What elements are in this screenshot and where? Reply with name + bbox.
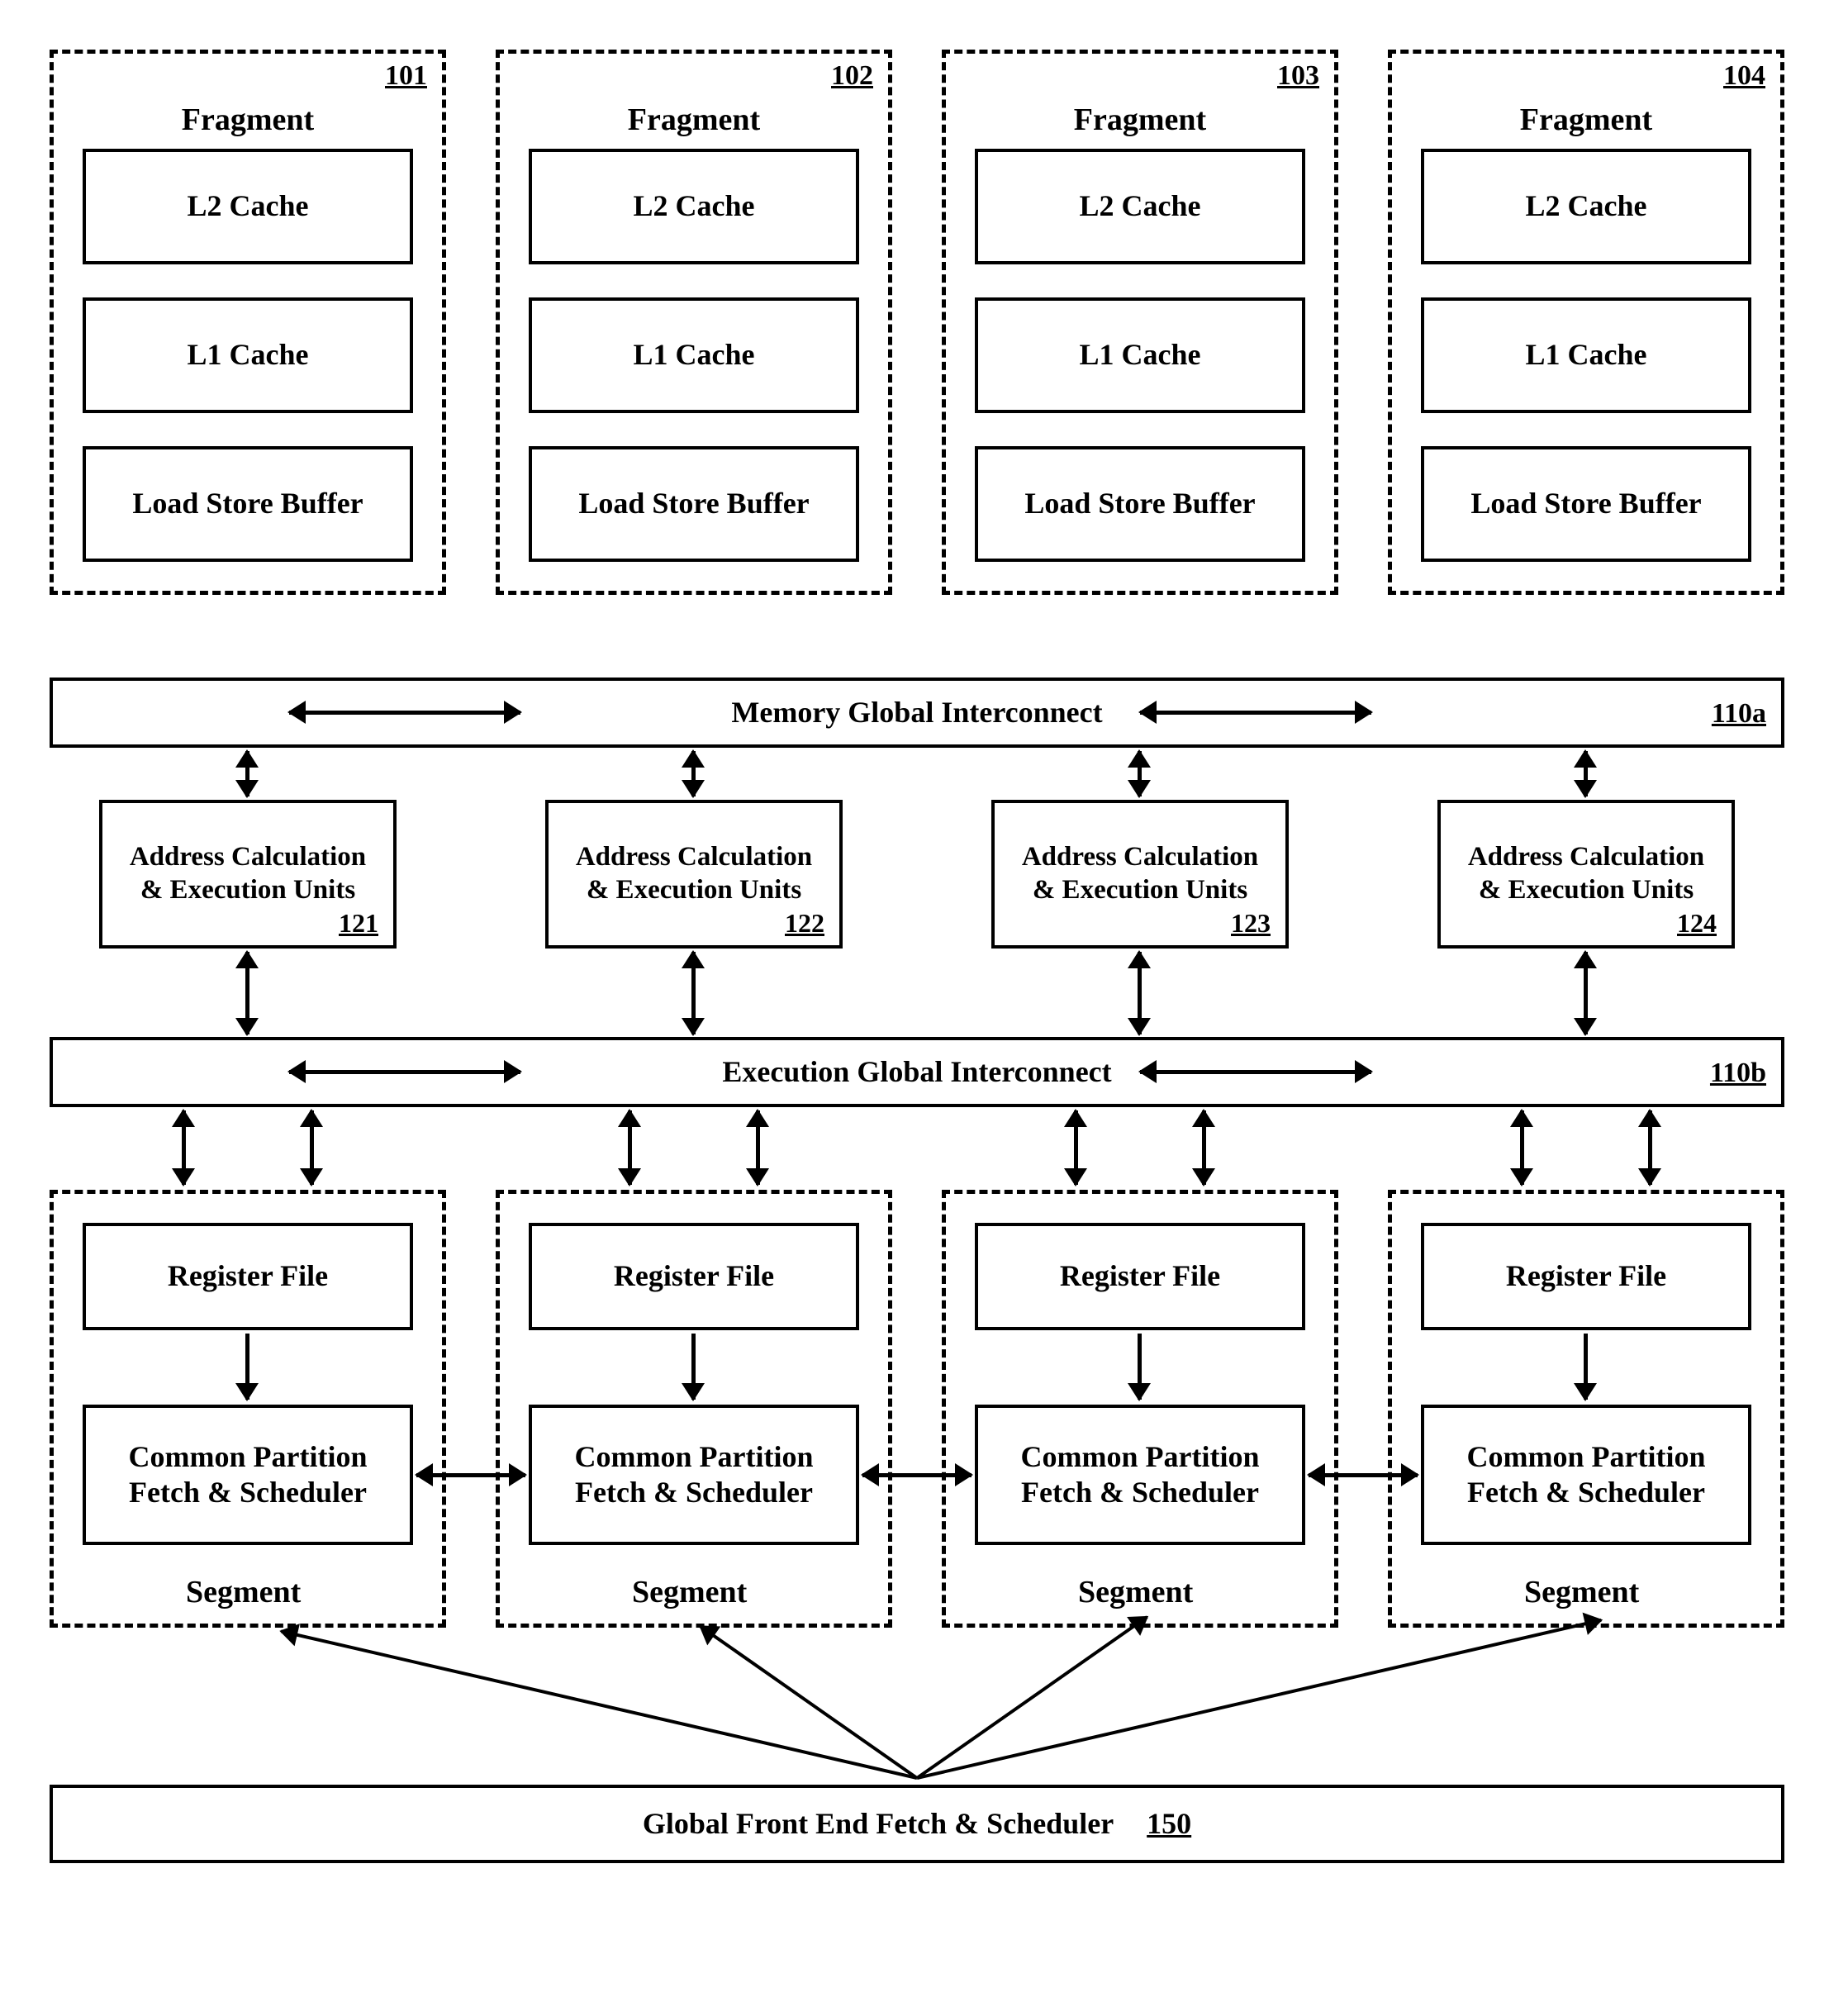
- arrow-v-rf-2b: [756, 1110, 760, 1185]
- diag-3: [916, 1615, 1148, 1779]
- exec-unit-1-label: Address Calculation & Execution Units: [130, 841, 366, 906]
- fragment-4-l1: L1 Cache: [1421, 297, 1751, 413]
- arrow-h-mem-right: [1140, 711, 1371, 715]
- fragment-1-title: Fragment: [54, 102, 442, 138]
- arrow-v-rf-3b: [1202, 1110, 1206, 1185]
- arrow-v-rf-1b: [310, 1110, 314, 1185]
- arrow-v-mem-2: [691, 751, 696, 796]
- register-file-3: Register File: [975, 1223, 1305, 1330]
- fragment-2-l1: L1 Cache: [529, 297, 859, 413]
- global-front-end-label: Global Front End Fetch & Scheduler: [643, 1806, 1114, 1842]
- execution-interconnect-ref: 110b: [1710, 1057, 1766, 1091]
- exec-unit-2-label: Address Calculation & Execution Units: [576, 841, 812, 906]
- arrow-h-cp-12: [416, 1473, 525, 1477]
- arrow-h-exec-left: [289, 1070, 520, 1074]
- arrow-down-cp-1: [245, 1334, 249, 1400]
- exec-unit-1-ref: 121: [339, 907, 378, 939]
- segment-2-label: Segment: [632, 1574, 747, 1610]
- diagram-canvas: 101 Fragment L2 Cache L1 Cache Load Stor…: [50, 50, 1798, 1966]
- arrow-v-mem-1: [245, 751, 249, 796]
- arrow-v-rf-4a: [1520, 1110, 1524, 1185]
- arrow-v-rf-4b: [1648, 1110, 1652, 1185]
- arrow-v-rf-1a: [182, 1110, 186, 1185]
- arrow-v-rf-2a: [628, 1110, 632, 1185]
- exec-unit-4-label: Address Calculation & Execution Units: [1468, 841, 1704, 906]
- arrow-down-cp-3: [1138, 1334, 1142, 1400]
- arrow-v-exec-3: [1138, 952, 1142, 1034]
- segment-3-label: Segment: [1078, 1574, 1193, 1610]
- common-partition-4: Common Partition Fetch & Scheduler: [1421, 1405, 1751, 1545]
- fragment-2-lsb: Load Store Buffer: [529, 446, 859, 562]
- global-front-end-ref: 150: [1147, 1806, 1191, 1842]
- exec-unit-2: Address Calculation & Execution Units 12…: [545, 800, 843, 949]
- register-file-4: Register File: [1421, 1223, 1751, 1330]
- memory-interconnect-label: Memory Global Interconnect: [731, 695, 1102, 730]
- diag-4: [917, 1619, 1602, 1780]
- arrow-h-cp-23: [862, 1473, 972, 1477]
- arrow-down-cp-4: [1584, 1334, 1588, 1400]
- register-file-1: Register File: [83, 1223, 413, 1330]
- fragment-4-title: Fragment: [1392, 102, 1780, 138]
- arrow-v-exec-4: [1584, 952, 1588, 1034]
- fragment-3-l1: L1 Cache: [975, 297, 1305, 413]
- arrow-v-mem-3: [1138, 751, 1142, 796]
- exec-unit-2-ref: 122: [785, 907, 824, 939]
- fragment-1-lsb: Load Store Buffer: [83, 446, 413, 562]
- arrow-v-exec-2: [691, 952, 696, 1034]
- exec-unit-3: Address Calculation & Execution Units 12…: [991, 800, 1289, 949]
- fragment-1-l1: L1 Cache: [83, 297, 413, 413]
- exec-unit-4-ref: 124: [1677, 907, 1717, 939]
- memory-interconnect-ref: 110a: [1712, 697, 1766, 731]
- fragment-2-title: Fragment: [500, 102, 888, 138]
- exec-unit-1: Address Calculation & Execution Units 12…: [99, 800, 397, 949]
- fragment-3-lsb: Load Store Buffer: [975, 446, 1305, 562]
- fragment-1-l2: L2 Cache: [83, 149, 413, 264]
- fragment-4-l2: L2 Cache: [1421, 149, 1751, 264]
- execution-interconnect-label: Execution Global Interconnect: [722, 1054, 1111, 1090]
- fragment-3-ref: 103: [1277, 60, 1319, 92]
- fragment-4-ref: 104: [1723, 60, 1765, 92]
- arrow-h-exec-right: [1140, 1070, 1371, 1074]
- exec-unit-4: Address Calculation & Execution Units 12…: [1437, 800, 1735, 949]
- global-front-end: Global Front End Fetch & Scheduler 150: [50, 1785, 1784, 1863]
- exec-unit-3-label: Address Calculation & Execution Units: [1022, 841, 1258, 906]
- common-partition-3: Common Partition Fetch & Scheduler: [975, 1405, 1305, 1545]
- fragment-1-ref: 101: [385, 60, 427, 92]
- segment-1-label: Segment: [186, 1574, 301, 1610]
- arrow-v-rf-3a: [1074, 1110, 1078, 1185]
- register-file-2: Register File: [529, 1223, 859, 1330]
- fragment-3-title: Fragment: [946, 102, 1334, 138]
- exec-unit-3-ref: 123: [1231, 907, 1271, 939]
- segment-4-label: Segment: [1524, 1574, 1639, 1610]
- diag-1: [281, 1629, 918, 1780]
- common-partition-2: Common Partition Fetch & Scheduler: [529, 1405, 859, 1545]
- common-partition-1: Common Partition Fetch & Scheduler: [83, 1405, 413, 1545]
- arrow-v-mem-4: [1584, 751, 1588, 796]
- arrow-down-cp-2: [691, 1334, 696, 1400]
- arrow-h-cp-34: [1309, 1473, 1418, 1477]
- arrow-h-mem-left: [289, 711, 520, 715]
- fragment-2-l2: L2 Cache: [529, 149, 859, 264]
- arrow-v-exec-1: [245, 952, 249, 1034]
- diag-2: [700, 1625, 918, 1780]
- fragment-4-lsb: Load Store Buffer: [1421, 446, 1751, 562]
- fragment-2-ref: 102: [831, 60, 873, 92]
- fragment-3-l2: L2 Cache: [975, 149, 1305, 264]
